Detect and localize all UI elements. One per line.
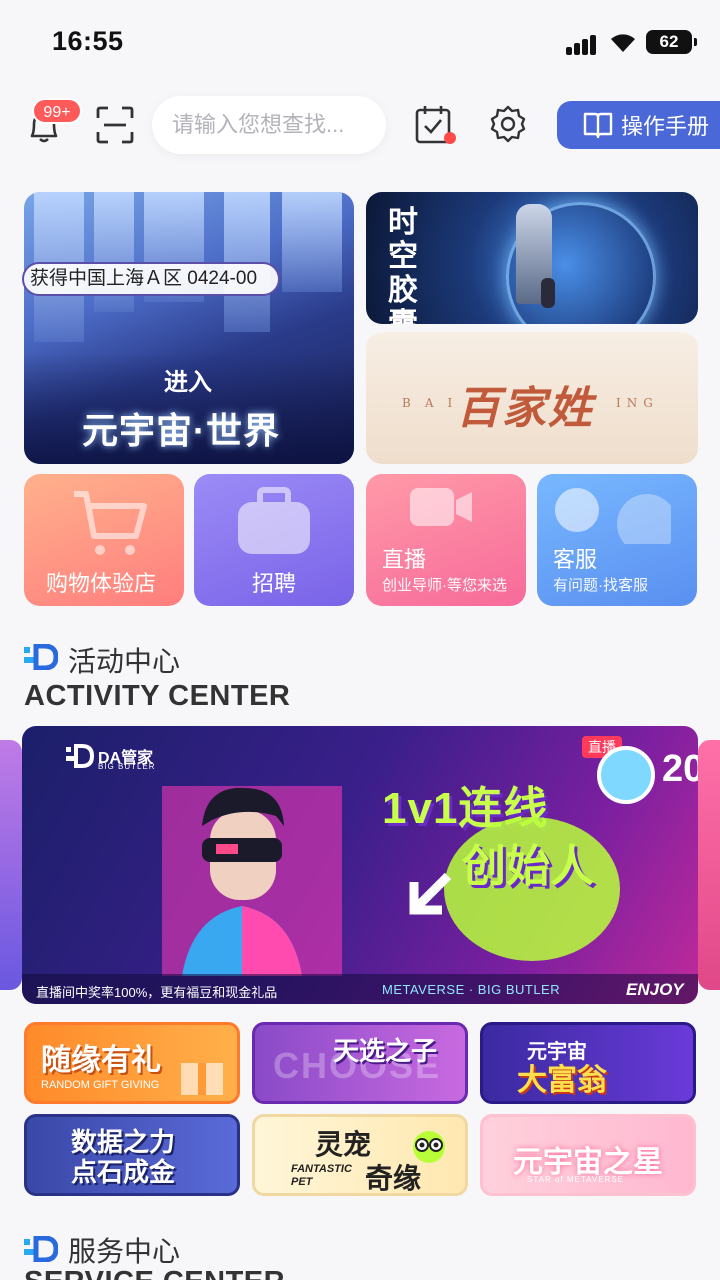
gift-box-icon <box>181 1063 223 1095</box>
section-logo-icon <box>24 1236 58 1262</box>
shopping-store-tile[interactable]: 购物体验店 <box>24 474 184 606</box>
location-ticker: 获得中国上海Ａ区 0424-00 <box>22 262 280 296</box>
activity-center-title: 活动中心 <box>68 646 181 677</box>
world-title: 元宇宙·世界 <box>82 410 280 451</box>
manual-label: 操作手册 <box>621 114 710 139</box>
activity-banner[interactable]: DA管家 BIG BUTLER 1v1连线 创始人 直播 2023 直播间中奖率… <box>22 726 698 1004</box>
surname-right-text: ING <box>616 396 659 410</box>
monopoly-title-2: 大富翁 <box>517 1064 607 1097</box>
battery-icon: 62 <box>646 30 697 54</box>
activity-headline-2: 创始人 <box>462 842 594 891</box>
activity-center-title-en: ACTIVITY CENTER <box>24 680 291 712</box>
notification-badge: 99+ <box>32 98 82 124</box>
carousel-prev-slide[interactable] <box>0 740 22 990</box>
fantastic-pet-card[interactable]: 灵宠 奇缘 FANTASTIC PET <box>252 1114 468 1196</box>
capsule-title: 时空胶囊 <box>388 205 418 325</box>
service-center-title: 服务中心 <box>68 1236 181 1267</box>
data-power-title: 数据之力 点石成金 <box>71 1127 176 1187</box>
activity-footer-right: ENJOY <box>626 980 684 999</box>
chosen-one-card[interactable]: CHOOSE 天选之子 <box>252 1022 468 1104</box>
customer-service-label: 客服 <box>553 547 598 572</box>
metaverse-monopoly-card[interactable]: 元宇宙 大富翁 <box>480 1022 696 1104</box>
fantastic-pet-subtitle: FANTASTIC PET <box>291 1163 352 1188</box>
settings-gear-icon[interactable] <box>488 104 528 144</box>
chat-bubble-icon <box>555 488 671 544</box>
da-logo-icon <box>66 744 94 768</box>
customer-service-tile[interactable]: 客服 有问题·找客服 <box>537 474 697 606</box>
status-bar: 16:55 62 <box>0 0 720 80</box>
activity-footer-left: 直播间中奖率100%，更有福豆和现金礼品 <box>36 985 278 1000</box>
live-stream-subtitle: 创业导师·等您来选 <box>382 577 507 594</box>
recruitment-label: 招聘 <box>252 571 297 596</box>
signal-icon <box>566 33 600 55</box>
live-camera-icon <box>410 488 472 526</box>
manual-button[interactable]: 操作手册 <box>557 101 720 149</box>
year-text: 2023 <box>662 748 698 790</box>
data-power-card[interactable]: 数据之力 点石成金 <box>24 1114 240 1196</box>
arrow-down-left-icon <box>409 872 452 915</box>
enter-label: 进入 <box>164 369 212 396</box>
pixel-character-illustration <box>162 786 342 976</box>
time-capsule-banner[interactable]: 时空胶囊 <box>366 192 698 324</box>
random-gift-title: 随缘有礼 <box>41 1044 161 1077</box>
search-input[interactable] <box>172 96 372 154</box>
surname-title: 百家姓 <box>456 383 594 434</box>
service-center-title-en: SERVICE CENTER <box>24 1266 285 1280</box>
metaverse-star-card[interactable]: 元宇宙之星 STAR of METAVERSE <box>480 1114 696 1196</box>
wifi-icon <box>611 34 635 52</box>
microphone-icon <box>597 746 655 804</box>
metaverse-world-banner[interactable]: 进入 元宇宙·世界 <box>24 192 354 464</box>
metaverse-star-subtitle: STAR of METAVERSE <box>527 1175 625 1184</box>
live-stream-label: 直播 <box>382 547 427 572</box>
section-logo-icon <box>24 644 58 670</box>
search-bar[interactable] <box>152 96 386 154</box>
recruitment-tile[interactable]: 招聘 <box>194 474 354 606</box>
surname-banner[interactable]: BAI ING 百家姓 <box>366 332 698 464</box>
chosen-one-title: 天选之子 <box>333 1036 438 1066</box>
scan-icon[interactable] <box>96 106 134 144</box>
random-gift-subtitle: RANDOM GIFT GIVING <box>41 1079 160 1091</box>
activity-footer-mid: METAVERSE · BIG BUTLER <box>382 982 561 997</box>
random-gift-card[interactable]: 随缘有礼 RANDOM GIFT GIVING <box>24 1022 240 1104</box>
customer-service-subtitle: 有问题·找客服 <box>553 577 648 594</box>
status-time: 16:55 <box>52 26 124 56</box>
briefcase-icon <box>238 487 310 554</box>
live-stream-tile[interactable]: 直播 创业导师·等您来选 <box>366 474 526 606</box>
calendar-check-icon[interactable] <box>414 104 458 146</box>
pet-eyes-icon <box>413 1131 445 1163</box>
shopping-store-label: 购物体验店 <box>46 571 157 596</box>
carousel-next-slide[interactable] <box>698 740 720 990</box>
fantastic-pet-title: 灵宠 <box>315 1129 372 1160</box>
book-icon <box>583 112 613 139</box>
shopping-cart-icon <box>74 491 147 555</box>
